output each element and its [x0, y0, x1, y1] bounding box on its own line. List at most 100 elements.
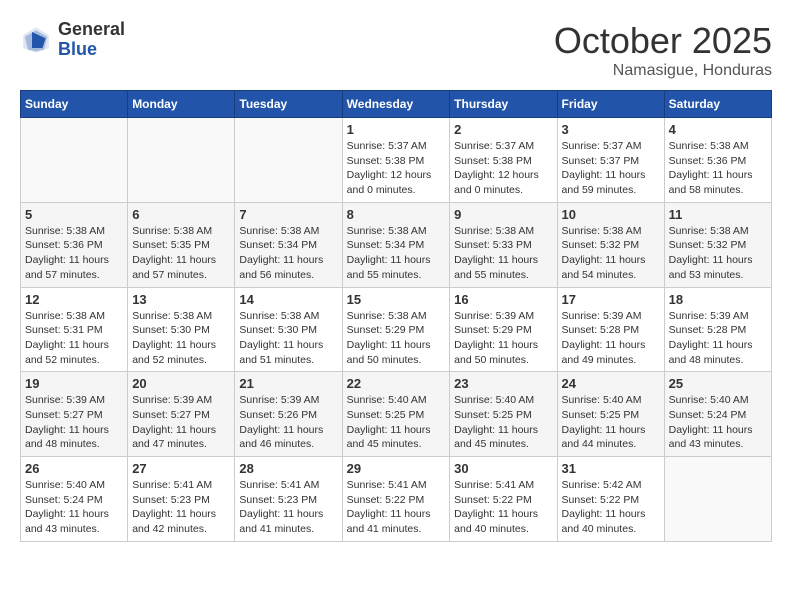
day-number: 6 — [132, 207, 230, 222]
weekday-tuesday: Tuesday — [235, 91, 342, 118]
day-info: Sunrise: 5:41 AMSunset: 5:23 PMDaylight:… — [132, 478, 230, 537]
day-cell — [664, 457, 771, 542]
calendar-body: 1Sunrise: 5:37 AMSunset: 5:38 PMDaylight… — [21, 118, 772, 542]
day-cell — [128, 118, 235, 203]
calendar: SundayMondayTuesdayWednesdayThursdayFrid… — [20, 90, 772, 542]
day-cell: 19 Sunrise: 5:39 AMSunset: 5:27 PMDayligh… — [21, 372, 128, 457]
day-info: Sunrise: 5:41 AMSunset: 5:23 PMDaylight:… — [239, 478, 337, 537]
day-cell: 7Sunrise: 5:38 AMSunset: 5:34 PMDaylight… — [235, 202, 342, 287]
week-row-4: 19 Sunrise: 5:39 AMSunset: 5:27 PMDayligh… — [21, 372, 772, 457]
day-info: Sunrise: 5:38 AMSunset: 5:34 PMDaylight:… — [347, 224, 446, 283]
day-info: Sunrise: 5:38 AMSunset: 5:31 PMDaylight:… — [25, 309, 123, 368]
weekday-header-row: SundayMondayTuesdayWednesdayThursdayFrid… — [21, 91, 772, 118]
day-cell — [21, 118, 128, 203]
day-cell: 16 Sunrise: 5:39 AMSunset: 5:29 PMDayligh… — [450, 287, 557, 372]
day-cell: 21Sunrise: 5:39 AMSunset: 5:26 PMDayligh… — [235, 372, 342, 457]
day-info: Sunrise: 5:41 AMSunset: 5:22 PMDaylight:… — [454, 478, 552, 537]
weekday-sunday: Sunday — [21, 91, 128, 118]
day-info: Sunrise: 5:37 AMSunset: 5:37 PMDaylight:… — [562, 139, 660, 198]
day-number: 10 — [562, 207, 660, 222]
day-cell — [235, 118, 342, 203]
day-number: 22 — [347, 376, 446, 391]
day-info: Sunrise: 5:38 AMSunset: 5:30 PMDaylight:… — [239, 309, 337, 368]
weekday-thursday: Thursday — [450, 91, 557, 118]
day-info: Sunrise: 5:39 AMSunset: 5:27 PMDaylight:… — [25, 393, 123, 452]
day-cell: 22 Sunrise: 5:40 AMSunset: 5:25 PMDayligh… — [342, 372, 450, 457]
page-header: General Blue October 2025 Namasigue, Hon… — [20, 20, 772, 80]
day-cell: 31Sunrise: 5:42 AMSunset: 5:22 PMDayligh… — [557, 457, 664, 542]
day-info: Sunrise: 5:41 AMSunset: 5:22 PMDaylight:… — [347, 478, 446, 537]
day-cell: 13Sunrise: 5:38 AMSunset: 5:30 PMDayligh… — [128, 287, 235, 372]
day-number: 23 — [454, 376, 552, 391]
day-info: Sunrise: 5:40 AMSunset: 5:25 PMDaylight:… — [454, 393, 552, 452]
day-number: 16 — [454, 292, 552, 307]
day-cell: 15Sunrise: 5:38 AMSunset: 5:29 PMDayligh… — [342, 287, 450, 372]
weekday-saturday: Saturday — [664, 91, 771, 118]
day-number: 27 — [132, 461, 230, 476]
day-number: 26 — [25, 461, 123, 476]
month-title: October 2025 — [554, 20, 772, 62]
day-info: Sunrise: 5:39 AMSunset: 5:27 PMDaylight:… — [132, 393, 230, 452]
week-row-2: 5Sunrise: 5:38 AMSunset: 5:36 PMDaylight… — [21, 202, 772, 287]
day-info: Sunrise: 5:40 AMSunset: 5:25 PMDaylight:… — [347, 393, 446, 452]
day-number: 29 — [347, 461, 446, 476]
location: Namasigue, Honduras — [554, 62, 772, 80]
day-cell: 12 Sunrise: 5:38 AMSunset: 5:31 PMDayligh… — [21, 287, 128, 372]
day-info: Sunrise: 5:40 AMSunset: 5:25 PMDaylight:… — [562, 393, 660, 452]
day-number: 28 — [239, 461, 337, 476]
week-row-3: 12 Sunrise: 5:38 AMSunset: 5:31 PMDayligh… — [21, 287, 772, 372]
day-cell: 25 Sunrise: 5:40 AMSunset: 5:24 PMDayligh… — [664, 372, 771, 457]
day-number: 11 — [669, 207, 767, 222]
day-cell: 6Sunrise: 5:38 AMSunset: 5:35 PMDaylight… — [128, 202, 235, 287]
day-number: 30 — [454, 461, 552, 476]
day-number: 25 — [669, 376, 767, 391]
week-row-1: 1Sunrise: 5:37 AMSunset: 5:38 PMDaylight… — [21, 118, 772, 203]
day-info: Sunrise: 5:38 AMSunset: 5:32 PMDaylight:… — [669, 224, 767, 283]
day-cell: 1Sunrise: 5:37 AMSunset: 5:38 PMDaylight… — [342, 118, 450, 203]
day-number: 2 — [454, 122, 552, 137]
weekday-monday: Monday — [128, 91, 235, 118]
day-info: Sunrise: 5:38 AMSunset: 5:34 PMDaylight:… — [239, 224, 337, 283]
logo-text: General Blue — [58, 20, 125, 60]
day-number: 3 — [562, 122, 660, 137]
day-info: Sunrise: 5:39 AMSunset: 5:26 PMDaylight:… — [239, 393, 337, 452]
day-number: 8 — [347, 207, 446, 222]
day-cell: 8 Sunrise: 5:38 AMSunset: 5:34 PMDaylight… — [342, 202, 450, 287]
logo-icon — [20, 24, 52, 56]
day-cell: 5Sunrise: 5:38 AMSunset: 5:36 PMDaylight… — [21, 202, 128, 287]
day-number: 18 — [669, 292, 767, 307]
day-info: Sunrise: 5:39 AMSunset: 5:28 PMDaylight:… — [562, 309, 660, 368]
day-cell: 4 Sunrise: 5:38 AMSunset: 5:36 PMDaylight… — [664, 118, 771, 203]
day-cell: 17Sunrise: 5:39 AMSunset: 5:28 PMDayligh… — [557, 287, 664, 372]
weekday-wednesday: Wednesday — [342, 91, 450, 118]
day-cell: 28 Sunrise: 5:41 AMSunset: 5:23 PMDayligh… — [235, 457, 342, 542]
day-info: Sunrise: 5:39 AMSunset: 5:29 PMDaylight:… — [454, 309, 552, 368]
day-number: 15 — [347, 292, 446, 307]
day-number: 9 — [454, 207, 552, 222]
day-info: Sunrise: 5:40 AMSunset: 5:24 PMDaylight:… — [669, 393, 767, 452]
day-info: Sunrise: 5:42 AMSunset: 5:22 PMDaylight:… — [562, 478, 660, 537]
day-number: 19 — [25, 376, 123, 391]
week-row-5: 26Sunrise: 5:40 AMSunset: 5:24 PMDayligh… — [21, 457, 772, 542]
day-number: 12 — [25, 292, 123, 307]
day-cell: 2Sunrise: 5:37 AMSunset: 5:38 PMDaylight… — [450, 118, 557, 203]
logo: General Blue — [20, 20, 125, 60]
day-cell: 14Sunrise: 5:38 AMSunset: 5:30 PMDayligh… — [235, 287, 342, 372]
day-info: Sunrise: 5:38 AMSunset: 5:36 PMDaylight:… — [669, 139, 767, 198]
day-cell: 29 Sunrise: 5:41 AMSunset: 5:22 PMDayligh… — [342, 457, 450, 542]
day-info: Sunrise: 5:38 AMSunset: 5:36 PMDaylight:… — [25, 224, 123, 283]
day-number: 4 — [669, 122, 767, 137]
day-cell: 3 Sunrise: 5:37 AMSunset: 5:37 PMDaylight… — [557, 118, 664, 203]
day-cell: 10 Sunrise: 5:38 AMSunset: 5:32 PMDayligh… — [557, 202, 664, 287]
day-cell: 23 Sunrise: 5:40 AMSunset: 5:25 PMDayligh… — [450, 372, 557, 457]
day-number: 13 — [132, 292, 230, 307]
day-number: 1 — [347, 122, 446, 137]
day-cell: 20Sunrise: 5:39 AMSunset: 5:27 PMDayligh… — [128, 372, 235, 457]
title-block: October 2025 Namasigue, Honduras — [554, 20, 772, 80]
day-cell: 27 Sunrise: 5:41 AMSunset: 5:23 PMDayligh… — [128, 457, 235, 542]
day-number: 24 — [562, 376, 660, 391]
day-info: Sunrise: 5:38 AMSunset: 5:33 PMDaylight:… — [454, 224, 552, 283]
day-cell: 30 Sunrise: 5:41 AMSunset: 5:22 PMDayligh… — [450, 457, 557, 542]
day-cell: 26Sunrise: 5:40 AMSunset: 5:24 PMDayligh… — [21, 457, 128, 542]
day-info: Sunrise: 5:38 AMSunset: 5:32 PMDaylight:… — [562, 224, 660, 283]
